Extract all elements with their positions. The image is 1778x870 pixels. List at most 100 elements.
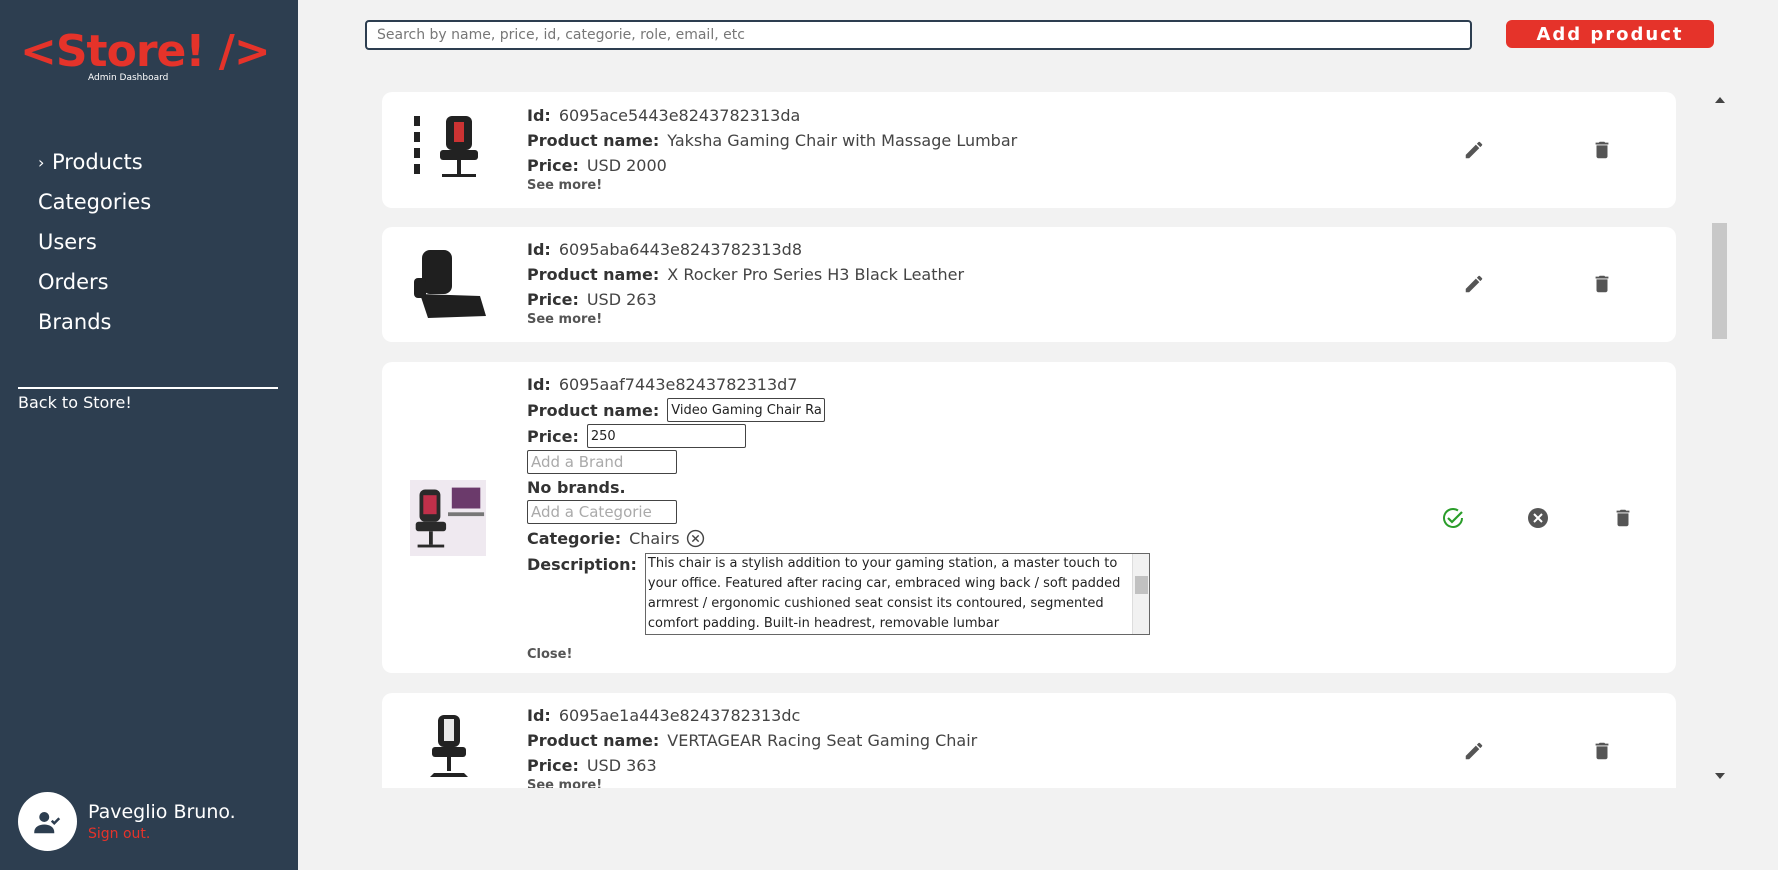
sidebar-item-categories[interactable]: Categories: [38, 182, 151, 222]
see-more-link[interactable]: See more!: [527, 778, 977, 788]
trash-icon: [1595, 141, 1609, 159]
edit-button[interactable]: [1460, 737, 1488, 765]
add-product-button[interactable]: Add product: [1506, 20, 1714, 48]
product-price: USD 363: [586, 756, 657, 775]
price-label: Price:: [527, 756, 579, 775]
textarea-scrollbar[interactable]: [1131, 554, 1149, 634]
delete-button[interactable]: [1588, 270, 1616, 298]
scrollbar-thumb[interactable]: [1712, 223, 1727, 339]
see-more-link[interactable]: See more!: [527, 178, 1017, 193]
no-brands-row: No brands.: [527, 475, 1150, 499]
product-price-row: Price:: [527, 423, 1150, 449]
delete-button[interactable]: [1609, 504, 1637, 532]
sidebar-item-label: Users: [38, 230, 97, 254]
product-name-input[interactable]: [667, 398, 826, 422]
product-list[interactable]: Id: 6095ace5443e8243782313da Product name…: [382, 92, 1676, 788]
categorie-label: Categorie:: [527, 528, 622, 548]
id-label: Id:: [527, 375, 551, 394]
categorie-tag: Chairs: [629, 528, 680, 548]
sidebar-item-label: Products: [52, 150, 143, 174]
sidebar: <Store! /> Admin Dashboard › Products Ca…: [0, 0, 298, 870]
edit-button[interactable]: [1460, 136, 1488, 164]
delete-button[interactable]: [1588, 136, 1616, 164]
price-label: Price:: [527, 290, 579, 309]
list-scrollbar[interactable]: [1711, 92, 1728, 788]
sidebar-item-products[interactable]: › Products: [38, 142, 151, 182]
sidebar-item-users[interactable]: Users: [38, 222, 151, 262]
sidebar-item-label: Orders: [38, 270, 109, 294]
product-image: [414, 250, 486, 318]
sidebar-nav: › Products Categories Users Orders Brand…: [38, 142, 151, 342]
product-card: Id: 6095ace5443e8243782313da Product name…: [382, 92, 1676, 208]
price-label: Price:: [527, 426, 579, 446]
back-to-store-link[interactable]: Back to Store!: [18, 393, 132, 412]
scroll-up-icon[interactable]: [1715, 96, 1725, 104]
pencil-icon: [1465, 275, 1483, 293]
trash-icon: [1616, 509, 1630, 527]
product-name-row: Product name: Yaksha Gaming Chair with Ma…: [527, 128, 1017, 153]
store-logo[interactable]: <Store! /> Admin Dashboard: [20, 20, 271, 84]
user-box: Paveglio Bruno. Sign out.: [18, 792, 236, 851]
pencil-icon: [1465, 742, 1483, 760]
confirm-edit-button[interactable]: [1439, 504, 1467, 532]
product-card: Id: 6095aba6443e8243782313d8 Product name…: [382, 227, 1676, 342]
product-price-input[interactable]: [586, 424, 746, 448]
add-categorie-input[interactable]: [527, 500, 677, 524]
product-price: USD 2000: [586, 156, 667, 175]
name-label: Product name:: [527, 400, 660, 420]
sidebar-item-orders[interactable]: Orders: [38, 262, 151, 302]
id-label: Id:: [527, 106, 551, 125]
edit-button[interactable]: [1460, 270, 1488, 298]
add-brand-input[interactable]: [527, 450, 677, 474]
sidebar-divider: [18, 387, 278, 389]
description-label: Description:: [527, 555, 637, 574]
cancel-icon: [1528, 508, 1548, 528]
product-price-row: Price: USD 263: [527, 287, 964, 312]
name-label: Product name:: [527, 131, 660, 150]
see-more-link[interactable]: See more!: [527, 312, 964, 327]
sidebar-item-label: Categories: [38, 190, 152, 214]
product-name-row: Product name: X Rocker Pro Series H3 Blac…: [527, 262, 964, 287]
delete-button[interactable]: [1588, 737, 1616, 765]
product-id: 6095aaf7443e8243782313d7: [558, 375, 798, 394]
sidebar-item-label: Brands: [38, 310, 112, 334]
cancel-edit-button[interactable]: [1524, 504, 1552, 532]
user-name: Paveglio Bruno.: [88, 801, 236, 823]
scroll-down-icon[interactable]: [1715, 772, 1725, 780]
remove-categorie-icon[interactable]: [686, 529, 705, 548]
product-card: Id: 6095ae1a443e8243782313dc Product name…: [382, 693, 1676, 788]
close-link[interactable]: Close!: [527, 647, 1150, 662]
product-name: VERTAGEAR Racing Seat Gaming Chair: [667, 731, 978, 750]
trash-icon: [1595, 742, 1609, 760]
name-label: Product name:: [527, 265, 660, 284]
product-image: [430, 715, 468, 777]
product-name-row: Product name: VERTAGEAR Racing Seat Gamin…: [527, 728, 977, 753]
categorie-row: Categorie: Chairs: [527, 525, 1150, 551]
id-label: Id:: [527, 706, 551, 725]
product-id: 6095aba6443e8243782313d8: [558, 240, 802, 259]
avatar[interactable]: [18, 792, 77, 851]
categorie-input-row: [527, 499, 1150, 525]
product-id-row: Id: 6095aaf7443e8243782313d7: [527, 372, 1150, 397]
trash-icon: [1595, 275, 1609, 293]
product-name-row: Product name:: [527, 397, 1150, 423]
description-row: Description: This chair is a stylish add…: [527, 553, 1150, 639]
product-id-row: Id: 6095ace5443e8243782313da: [527, 103, 1017, 128]
product-image: [414, 116, 478, 177]
check-circle-icon: [1443, 508, 1463, 528]
product-name: Yaksha Gaming Chair with Massage Lumbar: [667, 131, 1018, 150]
brand-row: [527, 449, 1150, 475]
pencil-icon: [1465, 141, 1483, 159]
id-label: Id:: [527, 240, 551, 259]
product-image: [410, 480, 486, 556]
sign-out-link[interactable]: Sign out.: [88, 826, 236, 842]
search-input[interactable]: [365, 20, 1472, 50]
chevron-right-icon: ›: [38, 152, 45, 172]
description-textarea[interactable]: This chair is a stylish addition to your…: [644, 553, 1150, 635]
product-id: 6095ae1a443e8243782313dc: [558, 706, 801, 725]
sidebar-item-brands[interactable]: Brands: [38, 302, 151, 342]
product-name: X Rocker Pro Series H3 Black Leather: [667, 265, 965, 284]
product-id-row: Id: 6095ae1a443e8243782313dc: [527, 703, 977, 728]
product-id: 6095ace5443e8243782313da: [558, 106, 801, 125]
product-card-editing: Id: 6095aaf7443e8243782313d7 Product name…: [382, 362, 1676, 673]
